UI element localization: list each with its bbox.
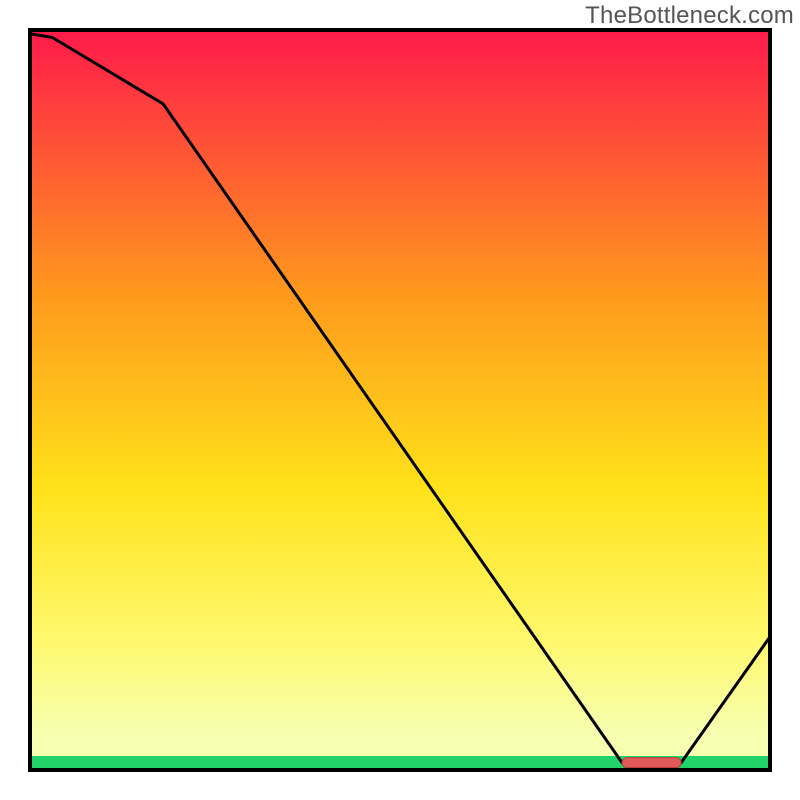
chart-stage: TheBottleneck.com xyxy=(0,0,800,800)
optimum-marker xyxy=(622,758,681,768)
bottleneck-chart xyxy=(0,0,800,800)
plot-background xyxy=(30,30,770,770)
